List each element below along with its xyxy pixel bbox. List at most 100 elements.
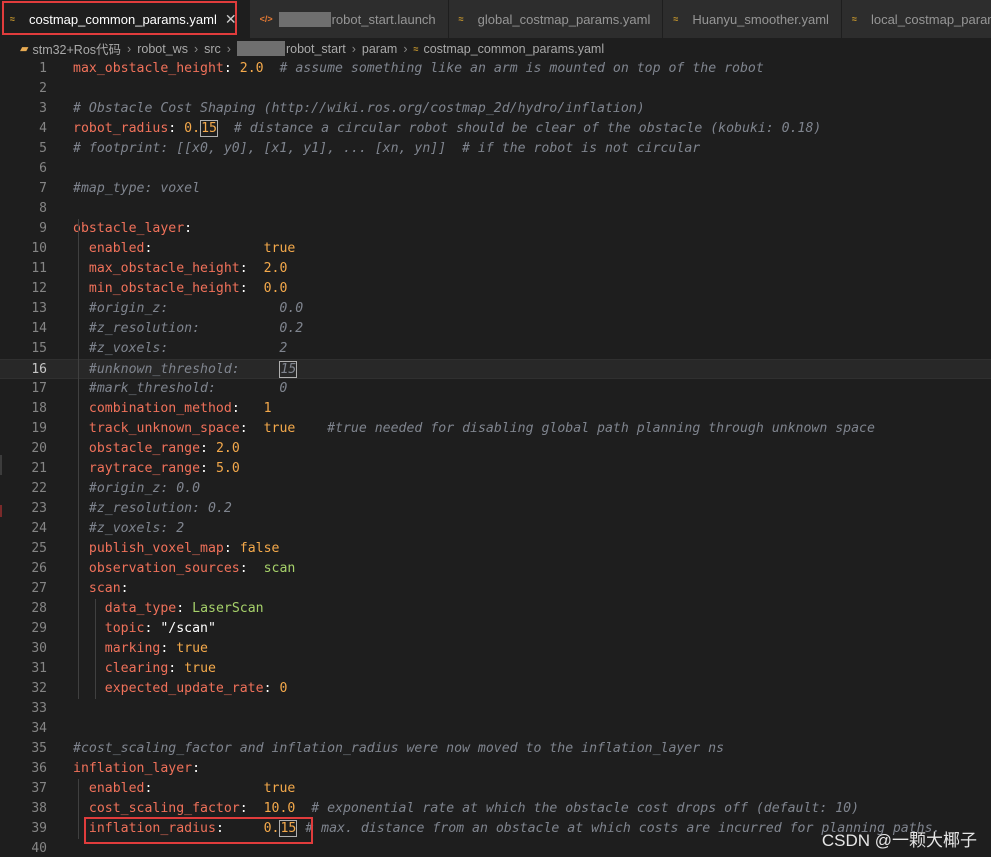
breadcrumb-item[interactable]: stm32+Ros代码 xyxy=(32,39,121,58)
token: 2.0 xyxy=(239,61,264,76)
code-text: raytrace_range: 5.0 xyxy=(73,459,240,479)
code-line[interactable]: 13 #origin_z: 0.0 xyxy=(0,299,991,319)
tab-label: costmap_common_params.yaml xyxy=(29,11,217,27)
line-number: 27 xyxy=(31,581,47,596)
token: #origin_z: 0.0 xyxy=(73,301,304,316)
code-line[interactable]: 3 # Obstacle Cost Shaping (http://wiki.ro… xyxy=(0,99,991,119)
code-line[interactable]: 4 robot_radius: 0.15 # distance a circula… xyxy=(0,119,991,139)
code-line[interactable]: 26 observation_sources: scan xyxy=(0,559,991,579)
breadcrumb-item[interactable]: param xyxy=(362,42,397,56)
code-line[interactable]: 14 #z_resolution: 0.2 xyxy=(0,319,991,339)
line-number: 13 xyxy=(31,301,47,316)
code-line[interactable]: 29 topic: "/scan" xyxy=(0,619,991,639)
code-line[interactable]: 17 #mark_threshold: 0 xyxy=(0,379,991,399)
line-number: 24 xyxy=(31,521,47,536)
line-number: 37 xyxy=(31,781,47,796)
tab-label: global_costmap_params.yaml xyxy=(477,11,651,27)
token: : xyxy=(200,441,216,456)
code-text: data_type: LaserScan xyxy=(73,599,264,619)
code-text: max_obstacle_height: 2.0 # assume someth… xyxy=(73,59,764,79)
code-line[interactable]: 7 #map_type: voxel xyxy=(0,179,991,199)
yaml-icon: ≈ xyxy=(413,43,419,54)
breadcrumb-item[interactable]: robot_ws xyxy=(137,42,188,56)
breadcrumb-item[interactable]: costmap_common_params.yaml xyxy=(423,42,604,56)
tab-2[interactable]: ≈ global_costmap_params.yaml xyxy=(448,0,664,38)
code-line[interactable]: 30 marking: true xyxy=(0,639,991,659)
token: : xyxy=(144,621,161,636)
code-line[interactable]: 2 xyxy=(0,79,991,99)
token: 2.0 xyxy=(263,261,288,276)
code-line[interactable]: 37 enabled: true xyxy=(0,779,991,799)
code-line[interactable]: 6 xyxy=(0,159,991,179)
code-line[interactable]: 25 publish_voxel_map: false xyxy=(0,539,991,559)
code-line[interactable]: 24 #z_voxels: 2 xyxy=(0,519,991,539)
close-icon[interactable]: ✕ xyxy=(225,11,237,28)
token: #z_voxels: 2 xyxy=(73,521,185,536)
tab-4[interactable]: ≈ local_costmap_params.yaml xyxy=(841,0,991,38)
token: : xyxy=(168,121,185,136)
watermark: CSDN @一颗大椰子 xyxy=(821,831,977,850)
token: true xyxy=(184,661,216,676)
yaml-icon: ≈ xyxy=(851,14,857,24)
indent-guide xyxy=(95,599,96,699)
code-line[interactable]: 11 max_obstacle_height: 2.0 xyxy=(0,259,991,279)
code-line[interactable]: 34 xyxy=(0,719,991,739)
code-line[interactable]: 31 clearing: true xyxy=(0,659,991,679)
token: : xyxy=(200,461,216,476)
code-line[interactable]: 10 enabled: true xyxy=(0,239,991,259)
token: scan xyxy=(88,581,121,596)
breadcrumb-item[interactable]: robot_start xyxy=(286,42,346,56)
token: #unknown_threshold: xyxy=(73,362,280,377)
token: max_obstacle_height xyxy=(73,61,224,76)
token: # distance a circular robot should be cl… xyxy=(217,121,822,136)
redacted-text xyxy=(278,11,331,27)
token: #cost_scaling_factor and inflation_radiu… xyxy=(73,741,725,756)
yaml-icon: ≈ xyxy=(673,14,679,24)
code-line[interactable]: 33 xyxy=(0,699,991,719)
tab-3[interactable]: ≈ Huanyu_smoother.yaml xyxy=(663,0,842,38)
code-text: #origin_z: 0.0 xyxy=(73,479,200,499)
code-line[interactable]: 27 scan: xyxy=(0,579,991,599)
code-line[interactable]: 19 track_unknown_space: true #true neede… xyxy=(0,419,991,439)
code-text: enabled: true xyxy=(73,779,295,799)
code-line[interactable]: 8 xyxy=(0,199,991,219)
breadcrumb: ▰ stm32+Ros代码 › robot_ws › src › robot_start › pa… xyxy=(0,38,991,59)
code-line[interactable]: 20 obstacle_range: 2.0 xyxy=(0,439,991,459)
token: 15 xyxy=(279,361,298,378)
line-number: 26 xyxy=(31,561,47,576)
code-line[interactable]: 12 min_obstacle_height: 0.0 xyxy=(0,279,991,299)
code-line[interactable]: 22 #origin_z: 0.0 xyxy=(0,479,991,499)
code-line[interactable]: 36 inflation_layer: xyxy=(0,759,991,779)
redacted-text xyxy=(236,41,285,56)
tab-0[interactable]: ≈ costmap_common_params.yaml ✕ xyxy=(0,0,250,38)
folder-icon: ▰ xyxy=(20,43,29,55)
token: obstacle_layer xyxy=(73,221,185,236)
code-text: cost_scaling_factor: 10.0 # exponential … xyxy=(73,799,859,819)
code-line[interactable]: 32 expected_update_rate: 0 xyxy=(0,679,991,699)
tab-1[interactable]: </> robot_start.launch xyxy=(249,0,449,38)
token: topic xyxy=(104,621,145,636)
code-text: combination_method: 1 xyxy=(73,399,272,419)
breadcrumb-item[interactable]: src xyxy=(204,42,221,56)
token: 5.0 xyxy=(215,461,240,476)
token: : xyxy=(192,761,201,776)
code-text: expected_update_rate: 0 xyxy=(73,679,288,699)
code-line[interactable]: 35 #cost_scaling_factor and inflation_rad… xyxy=(0,739,991,759)
xml-icon: </> xyxy=(259,14,273,24)
code-line[interactable]: 21 raytrace_range: 5.0 xyxy=(0,459,991,479)
code-line[interactable]: 15 #z_voxels: 2 xyxy=(0,339,991,359)
code-line[interactable]: 23 #z_resolution: 0.2 xyxy=(0,499,991,519)
code-line[interactable]: 38 cost_scaling_factor: 10.0 # exponenti… xyxy=(0,799,991,819)
code-editor[interactable]: 1 max_obstacle_height: 2.0 # assume somet… xyxy=(0,59,991,857)
code-line[interactable]: 18 combination_method: 1 xyxy=(0,399,991,419)
token: max_obstacle_height xyxy=(88,261,240,276)
code-line[interactable]: 28 data_type: LaserScan xyxy=(0,599,991,619)
code-line[interactable]: 5 # footprint: [[x0, y0], [x1, y1], ... [… xyxy=(0,139,991,159)
token: enabled xyxy=(88,241,145,256)
token: # footprint: [[x0, y0], [x1, y1], ... [x… xyxy=(73,141,701,156)
token: min_obstacle_height xyxy=(88,281,240,296)
code-line[interactable]: 9 obstacle_layer: xyxy=(0,219,991,239)
code-line[interactable]: 16 #unknown_threshold: 15 xyxy=(0,359,991,379)
code-line[interactable]: 1 max_obstacle_height: 2.0 # assume somet… xyxy=(0,59,991,79)
